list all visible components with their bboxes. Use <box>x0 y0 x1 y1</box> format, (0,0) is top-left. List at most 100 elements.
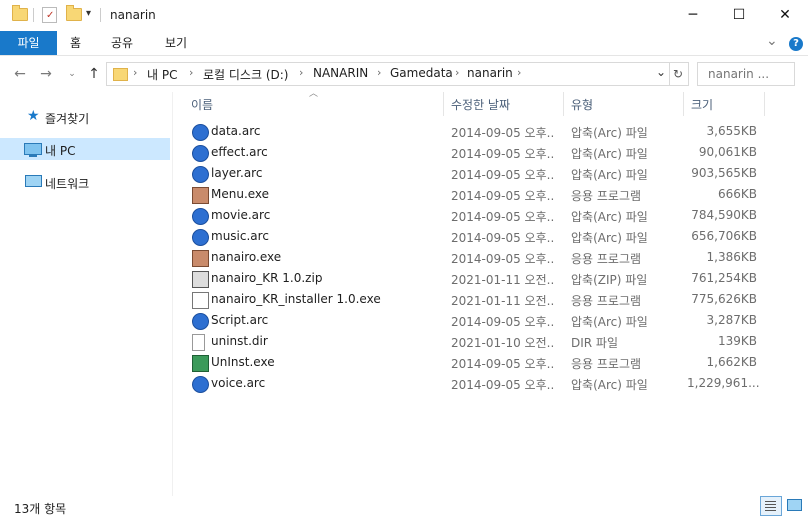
file-name: Menu.exe <box>211 187 270 201</box>
arc-file-icon <box>192 166 209 183</box>
file-row[interactable]: UnInst.exe 2014-09-05 오후... 응용 프로그램 1,662KB <box>172 352 772 373</box>
file-date: 2014-09-05 오후... <box>451 147 555 161</box>
file-row[interactable]: Script.arc 2014-09-05 오후... 압축(Arc) 파일 3,28… <box>172 310 772 331</box>
file-type: 압축(Arc) 파일 <box>571 231 648 245</box>
details-view-button[interactable] <box>760 496 782 516</box>
properties-icon[interactable]: ✓ <box>42 7 57 23</box>
file-type: 압축(Arc) 파일 <box>571 147 648 161</box>
address-dropdown-icon[interactable]: ⌄ <box>656 65 666 79</box>
file-row[interactable]: effect.arc 2014-09-05 오후... 압축(Arc) 파일 90,0… <box>172 142 772 163</box>
file-row[interactable]: uninst.dir 2021-01-10 오전... DIR 파일 139KB <box>172 331 772 352</box>
file-date: 2014-09-05 오후... <box>451 126 555 140</box>
tab-file[interactable]: 파일 <box>0 31 57 55</box>
column-divider[interactable] <box>764 92 765 116</box>
file-size: 784,590KB <box>691 208 757 222</box>
file-name: UnInst.exe <box>211 355 275 369</box>
up-arrow-icon[interactable]: ↑ <box>84 64 104 84</box>
back-arrow-icon[interactable]: ← <box>10 64 30 84</box>
file-date: 2014-09-05 오후... <box>451 378 555 392</box>
blank-file-icon <box>192 334 205 351</box>
file-date: 2014-09-05 오후... <box>451 231 555 245</box>
new-folder-icon[interactable] <box>66 5 82 21</box>
column-divider[interactable] <box>563 92 564 116</box>
status-item-count: 13개 항목 <box>14 502 67 516</box>
file-date: 2014-09-05 오후... <box>451 210 555 224</box>
arc-file-icon <box>192 376 209 393</box>
file-row[interactable]: nanairo_KR_installer 1.0.exe 2021-01-11 오… <box>172 289 772 310</box>
forward-arrow-icon[interactable]: → <box>36 64 56 84</box>
column-header-date[interactable]: 수정한 날짜 <box>451 94 510 116</box>
column-header-size[interactable]: 크기 <box>691 94 713 116</box>
file-type: 압축(ZIP) 파일 <box>571 273 648 287</box>
computer-stand <box>29 155 37 157</box>
file-size: 903,565KB <box>691 166 757 180</box>
nav-item-quick-access[interactable]: ★ 즐겨찾기 <box>0 106 170 128</box>
file-size: 656,706KB <box>691 229 757 243</box>
folder-icon <box>12 5 28 21</box>
file-row[interactable]: voice.arc 2014-09-05 오후... 압축(Arc) 파일 1,229… <box>172 373 772 394</box>
recent-locations-icon[interactable]: ⌄ <box>62 64 82 84</box>
file-date: 2021-01-11 오전... <box>451 273 555 287</box>
tab-share[interactable]: 공유 <box>111 31 133 55</box>
file-size: 3,287KB <box>706 313 757 327</box>
nav-item-label: 즐겨찾기 <box>45 112 90 126</box>
file-row[interactable]: nanairo.exe 2014-09-05 오후... 응용 프로그램 1,386K… <box>172 247 772 268</box>
breadcrumb-nanarin-root[interactable]: NANARIN <box>313 66 368 80</box>
breadcrumb-gamedata[interactable]: Gamedata <box>390 66 453 80</box>
customize-toolbar-icon[interactable]: ▾ <box>86 8 91 19</box>
file-type: 응용 프로그램 <box>571 357 642 371</box>
large-icons-view-button[interactable] <box>784 496 804 514</box>
tab-view[interactable]: 보기 <box>165 31 187 55</box>
help-icon[interactable]: ? <box>789 37 803 51</box>
tab-home[interactable]: 홈 <box>70 31 81 55</box>
breadcrumb-nanarin[interactable]: nanarin <box>467 66 513 80</box>
file-row[interactable]: layer.arc 2014-09-05 오후... 압축(Arc) 파일 903,5… <box>172 163 772 184</box>
file-row[interactable]: music.arc 2014-09-05 오후... 압축(Arc) 파일 656,7… <box>172 226 772 247</box>
ribbon-divider <box>0 55 808 56</box>
breadcrumb-my-pc[interactable]: 내 PC <box>147 66 177 83</box>
file-size: 1,662KB <box>706 355 757 369</box>
search-box[interactable] <box>697 62 795 86</box>
file-row[interactable]: Menu.exe 2014-09-05 오후... 응용 프로그램 666KB <box>172 184 772 205</box>
maximize-button[interactable]: ☐ <box>716 0 762 30</box>
file-date: 2014-09-05 오후... <box>451 189 555 203</box>
file-name: nanairo_KR_installer 1.0.exe <box>211 292 381 306</box>
nav-item-network[interactable]: 네트워크 <box>0 171 170 193</box>
file-type: 압축(Arc) 파일 <box>571 315 648 329</box>
close-button[interactable]: ✕ <box>762 0 808 30</box>
file-size: 139KB <box>717 334 757 348</box>
network-icon <box>25 175 42 187</box>
file-size: 666KB <box>717 187 757 201</box>
column-header-name[interactable]: 이름 <box>191 94 213 116</box>
file-size: 775,626KB <box>691 292 757 306</box>
separator <box>33 8 34 22</box>
file-name: movie.arc <box>211 208 271 222</box>
nav-item-my-pc[interactable]: 내 PC <box>0 138 170 160</box>
file-name: effect.arc <box>211 145 268 159</box>
breadcrumb-local-disk[interactable]: 로컬 디스크 (D:) <box>203 66 288 83</box>
file-size: 90,061KB <box>698 145 757 159</box>
column-divider[interactable] <box>683 92 684 116</box>
search-input[interactable] <box>706 66 794 82</box>
navigation-pane: ★ 즐겨찾기 내 PC 네트워크 <box>0 92 172 498</box>
file-size: 761,254KB <box>691 271 757 285</box>
column-divider[interactable] <box>443 92 444 116</box>
file-type: DIR 파일 <box>571 336 619 350</box>
nav-item-label: 네트워크 <box>45 177 90 191</box>
file-row[interactable]: nanairo_KR 1.0.zip 2021-01-11 오전... 압축(ZIP… <box>172 268 772 289</box>
star-icon: ★ <box>27 108 40 124</box>
file-type: 압축(Arc) 파일 <box>571 378 648 392</box>
file-date: 2014-09-05 오후... <box>451 168 555 182</box>
file-type: 응용 프로그램 <box>571 294 642 308</box>
address-bar[interactable]: › 내 PC › 로컬 디스크 (D:) › NANARIN › Gamedat… <box>106 62 670 86</box>
game-exe-icon <box>192 187 209 204</box>
ribbon-expand-icon[interactable]: ⌄ <box>766 33 778 49</box>
minimize-button[interactable]: ─ <box>670 0 716 30</box>
file-date: 2021-01-11 오전... <box>451 294 555 308</box>
file-size: 3,655KB <box>706 124 757 138</box>
file-row[interactable]: movie.arc 2014-09-05 오후... 압축(Arc) 파일 784,5… <box>172 205 772 226</box>
file-row[interactable]: data.arc 2014-09-05 오후... 압축(Arc) 파일 3,655K… <box>172 121 772 142</box>
refresh-icon[interactable]: ↻ <box>668 62 689 86</box>
column-header-type[interactable]: 유형 <box>571 94 593 116</box>
installer-icon <box>192 292 209 309</box>
